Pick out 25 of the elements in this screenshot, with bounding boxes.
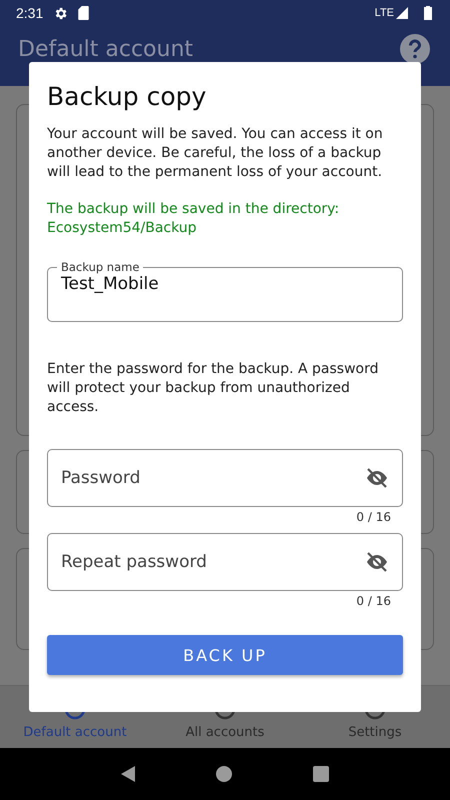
password-field[interactable]: Repeat password [47, 533, 403, 591]
character-counter: 0 / 16 [356, 593, 391, 609]
back-icon[interactable] [120, 766, 135, 782]
dialog-title: Backup copy [47, 82, 208, 111]
signal-icon [396, 7, 408, 19]
home-icon[interactable] [216, 766, 232, 782]
network-label: LTE [374, 7, 394, 19]
eye-off-icon[interactable] [365, 466, 389, 490]
clock: 2:31 [16, 5, 44, 21]
help-icon[interactable] [400, 34, 430, 64]
dialog-message: Your account will be saved. You can access it on another device. Be careful, the loss of a backup will lead to the permanent loss of your account. [47, 125, 384, 182]
app-title: Default account [18, 36, 194, 62]
password-prompt: Enter the password for the backup. A password will protect your backup from unauthorized access. [47, 360, 380, 417]
back-up-button[interactable]: BACK UP [47, 635, 403, 675]
battery-icon [424, 6, 432, 20]
gear-icon [53, 6, 68, 20]
field-value: Test_Mobile [61, 274, 159, 294]
field-label: Backup name [60, 260, 140, 274]
recents-icon[interactable] [313, 766, 330, 782]
character-counter: 0 / 16 [356, 509, 391, 525]
sd-card-icon [78, 6, 90, 20]
directory-note: The backup will be saved in the directory: Ecosystem54/Backup [47, 200, 340, 238]
backup-name-field[interactable]: Backup name Test_Mobile [47, 260, 403, 322]
eye-off-icon[interactable] [365, 550, 389, 574]
password-field[interactable]: Password [47, 449, 403, 507]
